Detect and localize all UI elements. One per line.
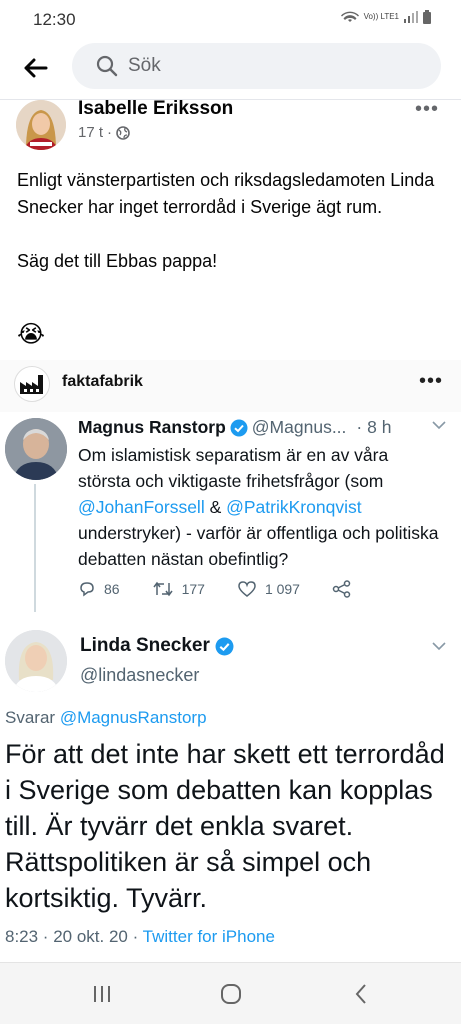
battery-icon <box>423 10 431 24</box>
like-action: 1 097 <box>237 580 300 598</box>
shared-image[interactable]: faktafabrik ••• Magnus Ranstorp @Magnus.… <box>0 360 461 960</box>
retweet-icon <box>152 581 173 597</box>
mention-patrikkronqvist: @PatrikKronqvist <box>226 497 362 517</box>
nav-back-button[interactable] <box>341 979 381 1009</box>
like-count: 1 097 <box>264 581 300 597</box>
reply-icon <box>80 582 94 597</box>
tweet2-source: Twitter for iPhone <box>142 927 275 946</box>
tweet1-handle: @Magnus... <box>251 417 347 437</box>
tweet1-text-part: understryker) - varför är offentliga och… <box>78 523 439 569</box>
search-input[interactable] <box>128 52 418 80</box>
tweet2-name: Linda Snecker <box>80 635 210 656</box>
nav-back-icon <box>355 984 366 1004</box>
back-button[interactable] <box>18 50 54 86</box>
tweet1-text-part: Om islamistisk separatism är en av våra … <box>78 445 389 491</box>
retweet-count: 177 <box>181 581 205 597</box>
top-bar <box>0 40 461 96</box>
tweet1-actions: 86 177 1 097 <box>78 580 398 598</box>
factory-logo-icon <box>14 366 50 402</box>
crying-emoji: 😭 <box>17 321 46 348</box>
tweet2-header: Linda Snecker <box>80 635 234 657</box>
status-icons: Vo)) LTE1 <box>340 10 431 24</box>
meta-dot: · <box>107 124 113 141</box>
heart-icon <box>238 581 256 597</box>
post-time[interactable]: 17 t <box>78 124 103 141</box>
tweet1-time: · 8 h <box>356 417 392 437</box>
chevron-down-icon <box>432 421 446 430</box>
reply-to-line: Svarar @MagnusRanstorp <box>5 708 207 728</box>
post-header: Isabelle Eriksson 17 t · ••• <box>0 96 461 152</box>
status-bar: 12:30 Vo)) LTE1 <box>0 0 461 38</box>
tweet2-date: 8:23 · 20 okt. 20 · <box>5 927 143 946</box>
reply-count: 86 <box>104 581 120 597</box>
reply-label: Svarar <box>5 708 56 727</box>
tweet1-header: Magnus Ranstorp @Magnus... · 8 h <box>78 417 391 438</box>
thread-line <box>34 484 36 612</box>
recents-icon <box>94 986 110 1002</box>
retweet-action: 177 <box>152 580 205 598</box>
avatar-image <box>16 100 66 150</box>
post-meta: 17 t · <box>78 124 130 141</box>
post-text: Enligt vänsterpartisten och riksdagsleda… <box>17 167 447 302</box>
verified-badge-icon <box>230 419 248 436</box>
source-more-icon: ••• <box>418 370 443 392</box>
tweet2-meta: 8:23 · 20 okt. 20 · Twitter for iPhone <box>5 927 275 947</box>
tweet2-handle: @lindasnecker <box>80 665 200 685</box>
author-name[interactable]: Isabelle Eriksson <box>78 98 233 120</box>
chevron-down-icon <box>432 642 446 651</box>
author-avatar[interactable] <box>16 100 66 150</box>
recents-button[interactable] <box>82 979 122 1009</box>
system-nav-bar <box>0 962 461 1024</box>
reply-to-mention: @MagnusRanstorp <box>59 708 207 727</box>
source-bar: faktafabrik ••• <box>0 360 461 412</box>
status-time: 12:30 <box>33 10 76 29</box>
share-icon <box>332 580 351 598</box>
home-icon <box>221 984 241 1004</box>
mention-johanforssell: @JohanForssell <box>78 497 205 517</box>
tweet1-text: Om islamistisk separatism är en av våra … <box>78 442 443 572</box>
home-button[interactable] <box>211 979 251 1009</box>
tweet1-name: Magnus Ranstorp <box>78 417 226 437</box>
post-more-options-icon[interactable]: ••• <box>415 98 439 121</box>
back-arrow-icon <box>24 58 48 78</box>
globe-icon <box>116 125 130 140</box>
search-bar[interactable] <box>72 43 441 89</box>
reply-action: 86 <box>78 580 120 598</box>
signal-icon <box>404 11 418 23</box>
wifi-icon <box>340 11 359 22</box>
tweet1-avatar <box>5 418 67 480</box>
tweet1-text-part: & <box>204 497 227 517</box>
volte-label: Vo)) LTE1 <box>363 12 399 21</box>
tweet2-text: För att det inte har skett ett terrordåd… <box>5 739 445 913</box>
post-paragraph: Enligt vänsterpartisten och riksdagsleda… <box>17 170 435 217</box>
tweet2-avatar <box>5 630 67 692</box>
share-action <box>332 580 352 598</box>
search-icon <box>96 55 118 77</box>
post-paragraph: Säg det till Ebbas pappa! <box>17 251 218 271</box>
verified-badge-icon <box>215 637 234 655</box>
source-name: faktafabrik <box>62 373 143 390</box>
